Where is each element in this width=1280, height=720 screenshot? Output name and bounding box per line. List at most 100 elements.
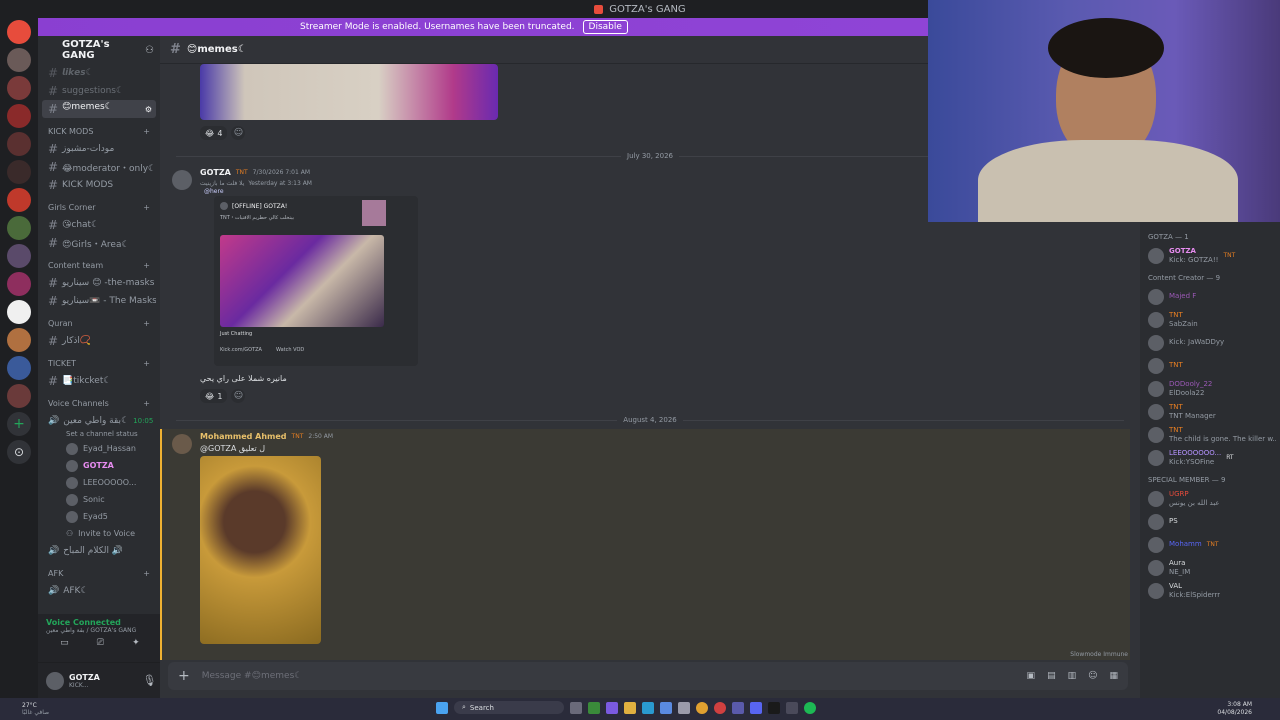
channel-item[interactable]: # KICK MODS: [42, 176, 156, 194]
server-icon[interactable]: [7, 216, 31, 240]
server-icon[interactable]: [7, 300, 31, 324]
channel-item[interactable]: # 😘chat☾: [42, 216, 156, 234]
edge-icon[interactable]: [642, 701, 654, 714]
server-icon[interactable]: [7, 132, 31, 156]
server-icon[interactable]: [7, 160, 31, 184]
message-author[interactable]: Mohammed Ahmed: [200, 432, 287, 441]
screen-share-icon[interactable]: ⎚: [97, 638, 104, 648]
plus-icon[interactable]: +: [143, 203, 150, 212]
category-girls-corner[interactable]: Girls Corner +: [42, 198, 156, 216]
voice-user[interactable]: Sonic: [42, 491, 156, 508]
member-item[interactable]: VAL Kick:ElSpiderrr: [1144, 579, 1276, 602]
server-icon[interactable]: [7, 104, 31, 128]
member-item[interactable]: Kick: JaWaDDyy: [1144, 331, 1276, 354]
activity-icon[interactable]: ✦: [132, 638, 140, 648]
plus-icon[interactable]: +: [143, 399, 150, 408]
member-item[interactable]: Majed F: [1144, 285, 1276, 308]
member-item[interactable]: DODooly_22 ElDoola22: [1144, 377, 1276, 400]
voice-channel[interactable]: 🔊 بقة واطي معين☾ 10:05: [42, 412, 156, 430]
avatar[interactable]: [172, 170, 192, 190]
camera-icon[interactable]: ▭: [60, 638, 69, 648]
server-icon[interactable]: [7, 328, 31, 352]
channel-item-memes[interactable]: # 😊memes☾ ⚙: [42, 100, 156, 118]
category-content-team[interactable]: Content team +: [42, 256, 156, 274]
message-input[interactable]: Message #😊memes☾: [202, 671, 1015, 681]
app-icon[interactable]: [714, 701, 726, 714]
discover-icon[interactable]: ⊙: [7, 440, 31, 464]
channel-item[interactable]: # 😍Girls・Area☾: [42, 234, 156, 252]
app-icon[interactable]: [768, 701, 780, 714]
embed-thumbnail[interactable]: [362, 200, 386, 226]
plus-icon[interactable]: +: [143, 127, 150, 136]
app-icon[interactable]: [606, 701, 618, 714]
add-reaction-icon[interactable]: ☺: [231, 126, 246, 140]
voice-connected-sub[interactable]: بقة واطي معين / GOTZA's GANG: [46, 627, 136, 634]
member-item[interactable]: PS: [1144, 510, 1276, 533]
member-item[interactable]: TNT: [1144, 354, 1276, 377]
channel-item[interactable]: # سيناريو📼 - The Masks: [42, 292, 156, 310]
server-icon[interactable]: [7, 384, 31, 408]
channel-item[interactable]: # 𝙡𝙞𝙠𝙚𝙨☾: [42, 64, 156, 82]
app-icon[interactable]: [786, 701, 798, 714]
app-icon[interactable]: [732, 701, 744, 714]
plus-icon[interactable]: +: [143, 569, 150, 578]
add-member-icon[interactable]: ⚇: [145, 45, 154, 56]
channel-item[interactable]: # مودات-مشبوز: [42, 140, 156, 158]
category-quran[interactable]: Quran +: [42, 314, 156, 332]
guild-header[interactable]: GOTZA's GANG ⚇: [38, 36, 160, 64]
embed-image[interactable]: [220, 235, 384, 327]
channel-item[interactable]: # سيناريو 😊 -the-masks: [42, 274, 156, 292]
attach-plus-icon[interactable]: +: [178, 668, 190, 684]
server-icon[interactable]: [7, 48, 31, 72]
server-icon[interactable]: [7, 356, 31, 380]
member-item[interactable]: TNT SabZain: [1144, 308, 1276, 331]
reaction[interactable]: 😂 1: [200, 389, 228, 403]
plus-icon[interactable]: +: [143, 319, 150, 328]
message-composer[interactable]: + Message #😊memes☾ ▣ ▤ ▥ ☺ ▦: [168, 662, 1128, 690]
server-icon[interactable]: [7, 76, 31, 100]
channel-item[interactable]: # 📑tikcket☾: [42, 372, 156, 390]
weather-widget[interactable]: 27°C صافي غالبًا: [0, 702, 49, 716]
add-server-icon[interactable]: +: [7, 412, 31, 436]
reply-snippet[interactable]: يلا فلت ما بازينيت: [200, 180, 244, 187]
clock[interactable]: 3:08 AM 04/08/2026: [1217, 701, 1252, 717]
member-item[interactable]: Mohamm TNT: [1144, 533, 1276, 556]
message-image[interactable]: [200, 64, 498, 120]
invite-to-voice[interactable]: ⚇ Invite to Voice: [42, 525, 156, 542]
task-view-icon[interactable]: [570, 701, 582, 714]
member-item[interactable]: Aura NE_IM: [1144, 556, 1276, 579]
voice-channel[interactable]: 🔊 الكلام المباح 🔊: [42, 542, 156, 560]
voice-user[interactable]: GOTZA: [42, 457, 156, 474]
app-icon[interactable]: [678, 701, 690, 714]
apps-icon[interactable]: ▦: [1109, 671, 1118, 681]
voice-channel[interactable]: 🔊 AFK☾: [42, 582, 156, 600]
channel-item[interactable]: # 😂moderator・only☾: [42, 158, 156, 176]
channel-item[interactable]: # اذكار📿: [42, 332, 156, 350]
avatar[interactable]: [46, 671, 64, 690]
category-kick-mods[interactable]: KICK MODS +: [42, 122, 156, 140]
message-gif[interactable]: [200, 456, 321, 644]
folder-icon[interactable]: [624, 701, 636, 714]
disable-button[interactable]: Disable: [582, 20, 628, 34]
message-author[interactable]: GOTZA: [200, 168, 231, 177]
store-icon[interactable]: [660, 701, 672, 714]
chrome-icon[interactable]: [696, 701, 708, 714]
member-item[interactable]: UGRP عبد الله بن يونس: [1144, 487, 1276, 510]
mic-icon[interactable]: 🎙: [142, 674, 156, 687]
voice-user[interactable]: Eyad_Hassan: [42, 440, 156, 457]
server-icon[interactable]: [7, 244, 31, 268]
start-icon[interactable]: [436, 701, 448, 714]
embed-link[interactable]: Kick.com/GOTZA: [220, 347, 262, 353]
gift-icon[interactable]: ▣: [1027, 671, 1036, 681]
sticker-icon[interactable]: ▥: [1068, 671, 1077, 681]
settings-icon[interactable]: ⚙: [145, 105, 152, 114]
discord-icon[interactable]: [750, 701, 762, 714]
gif-icon[interactable]: ▤: [1047, 671, 1056, 681]
watch-vod-button[interactable]: Watch VOD: [276, 347, 304, 353]
here-mention[interactable]: @here: [204, 188, 224, 195]
reaction[interactable]: 😂 4: [200, 126, 228, 140]
avatar[interactable]: [172, 434, 192, 454]
server-icon[interactable]: [7, 188, 31, 212]
server-icon[interactable]: [7, 272, 31, 296]
member-item[interactable]: GOTZA Kick: GOTZA!! TNT: [1144, 244, 1276, 267]
